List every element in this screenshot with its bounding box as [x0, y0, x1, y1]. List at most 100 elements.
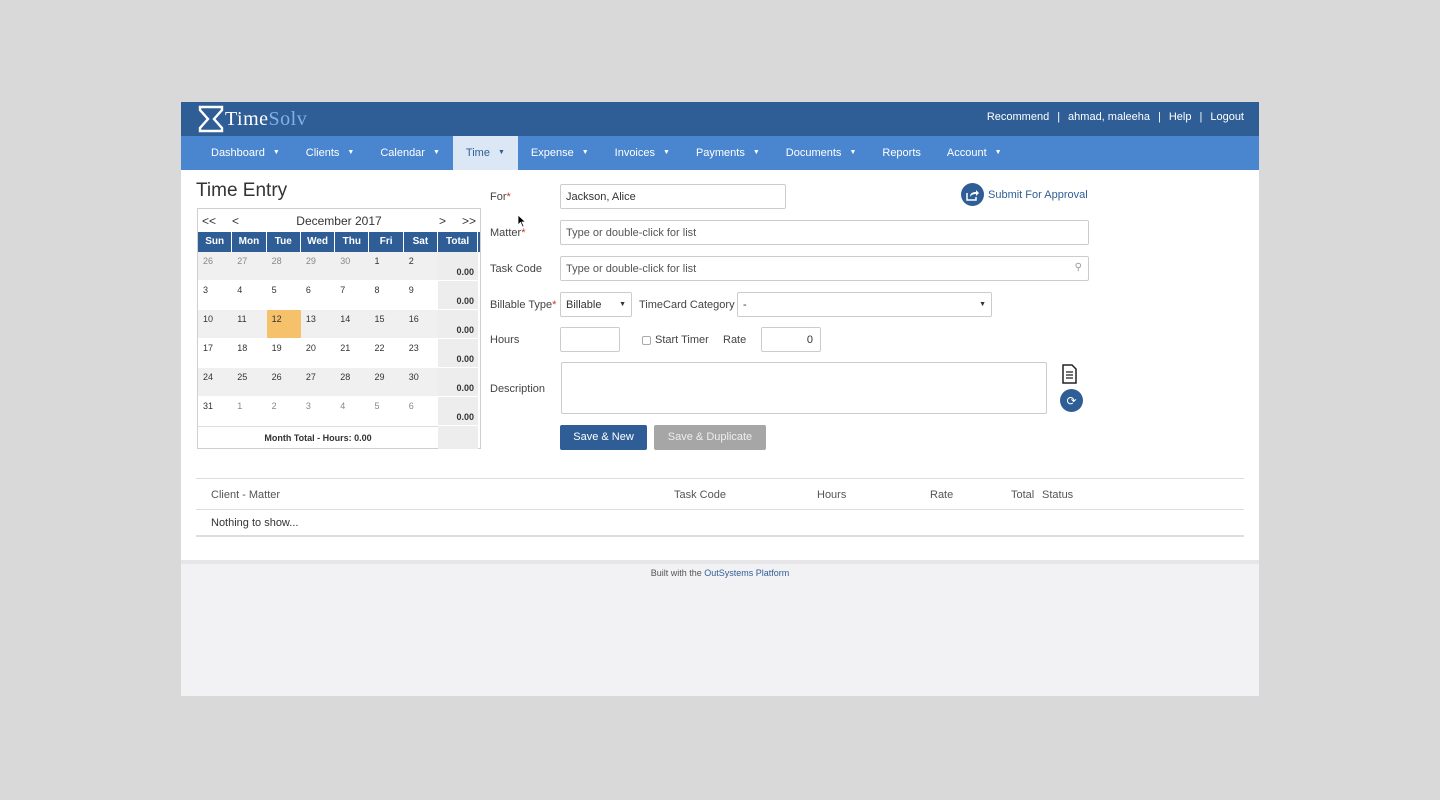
save-new-button[interactable]: Save & New: [560, 425, 647, 450]
nav-expense[interactable]: Expense ▼: [518, 136, 602, 170]
week-total: 0.00: [438, 368, 479, 397]
calendar-day[interactable]: 6: [300, 281, 336, 310]
calendar-day[interactable]: 6: [403, 397, 439, 426]
outsystems-link[interactable]: OutSystems Platform: [704, 568, 789, 578]
chevron-down-icon: ▼: [581, 149, 589, 156]
help-link[interactable]: Help: [1169, 111, 1192, 123]
calendar-day[interactable]: 13: [300, 310, 336, 339]
calendar-month: December 2017: [296, 214, 382, 228]
last-month-button[interactable]: >>: [462, 214, 476, 228]
calendar-day[interactable]: 4: [232, 281, 267, 310]
col-rate[interactable]: Rate: [930, 489, 953, 501]
calendar-day[interactable]: 2: [266, 397, 301, 426]
main-content: Time Entry << < December 2017 > >> Sun Mo…: [181, 170, 1259, 560]
timecard-category-label: TimeCard Category: [639, 299, 735, 311]
calendar-day[interactable]: 5: [266, 281, 301, 310]
chevron-down-icon: ▼: [432, 149, 440, 156]
calendar-day[interactable]: 15: [369, 310, 404, 339]
rate-label: Rate: [723, 334, 747, 346]
nav-time[interactable]: Time ▼: [452, 136, 518, 170]
calendar-day[interactable]: 2: [403, 252, 439, 281]
calendar-day[interactable]: 7: [335, 281, 370, 310]
start-timer-checkbox[interactable]: [642, 336, 651, 345]
billable-type-label: Billable Type*: [490, 299, 557, 311]
day-header: Total: [438, 232, 479, 252]
description-textarea[interactable]: [561, 362, 1047, 414]
calendar-day[interactable]: 5: [369, 397, 404, 426]
calendar-day[interactable]: 10: [198, 310, 233, 339]
recommend-link[interactable]: Recommend: [987, 111, 1049, 123]
calendar-day[interactable]: 29: [369, 368, 404, 397]
chevron-down-icon: ▼: [619, 301, 626, 308]
matter-input[interactable]: Type or double-click for list: [560, 220, 1089, 245]
calendar-day[interactable]: 26: [266, 368, 301, 397]
nav-invoices[interactable]: Invoices ▼: [602, 136, 683, 170]
calendar-day[interactable]: 22: [369, 339, 404, 368]
calendar-day[interactable]: 30: [335, 252, 370, 281]
calendar-day[interactable]: 27: [232, 252, 267, 281]
calendar-day[interactable]: 23: [403, 339, 439, 368]
col-hours[interactable]: Hours: [817, 489, 846, 501]
app-window: TimeSolv Recommend | ahmad, maleeha | He…: [181, 102, 1259, 696]
calendar-day[interactable]: 4: [335, 397, 370, 426]
calendar-day[interactable]: 16: [403, 310, 439, 339]
billable-type-select[interactable]: Billable ▼: [560, 292, 632, 317]
calendar-day[interactable]: 3: [198, 281, 233, 310]
nav-account[interactable]: Account ▼: [934, 136, 1015, 170]
rate-input[interactable]: 0: [761, 327, 821, 352]
nav-clients[interactable]: Clients ▼: [293, 136, 368, 170]
calendar-day[interactable]: 26: [198, 252, 233, 281]
calendar-day[interactable]: 29: [300, 252, 336, 281]
save-duplicate-button[interactable]: Save & Duplicate: [654, 425, 766, 450]
calendar-day[interactable]: 1: [232, 397, 267, 426]
logout-link[interactable]: Logout: [1210, 111, 1244, 123]
calendar-day[interactable]: 14: [335, 310, 370, 339]
col-client-matter[interactable]: Client - Matter: [211, 489, 280, 501]
timesolv-logo[interactable]: TimeSolv: [198, 105, 307, 133]
calendar-day[interactable]: 21: [335, 339, 370, 368]
day-header: Tue: [267, 232, 301, 252]
calendar-day[interactable]: 24: [198, 368, 233, 397]
nav-reports[interactable]: Reports: [869, 136, 934, 170]
col-task-code[interactable]: Task Code: [674, 489, 726, 501]
for-field[interactable]: Jackson, Alice: [560, 184, 786, 209]
submit-for-approval-button[interactable]: Submit For Approval: [961, 183, 1088, 206]
calendar-day[interactable]: 19: [266, 339, 301, 368]
calendar-day[interactable]: 3: [300, 397, 336, 426]
calendar-day[interactable]: 28: [335, 368, 370, 397]
document-icon[interactable]: [1061, 364, 1078, 387]
nav-calendar[interactable]: Calendar ▼: [367, 136, 453, 170]
calendar-day-headers: Sun Mon Tue Wed Thu Fri Sat Total: [198, 232, 480, 252]
calendar-day[interactable]: 27: [300, 368, 336, 397]
calendar-day[interactable]: 17: [198, 339, 233, 368]
calendar-day[interactable]: 11: [232, 310, 267, 339]
logo-text: TimeSolv: [225, 107, 308, 130]
nav-payments[interactable]: Payments ▼: [683, 136, 773, 170]
col-status[interactable]: Status: [1042, 489, 1073, 501]
task-code-input[interactable]: Type or double-click for list ⚲: [560, 256, 1089, 281]
calendar-day[interactable]: 12: [266, 310, 301, 339]
time-entries-table-header: Client - Matter Task Code Hours Rate Tot…: [196, 478, 1244, 510]
hourglass-icon: [198, 105, 224, 133]
timecard-category-select[interactable]: - ▼: [737, 292, 992, 317]
refresh-icon[interactable]: ⟳: [1060, 389, 1083, 412]
calendar-day[interactable]: 30: [403, 368, 439, 397]
hours-input[interactable]: [560, 327, 620, 352]
nav-documents[interactable]: Documents ▼: [773, 136, 870, 170]
next-month-button[interactable]: >: [439, 214, 446, 228]
chevron-down-icon: ▼: [663, 149, 670, 156]
calendar-day[interactable]: 9: [403, 281, 439, 310]
calendar-day[interactable]: 28: [266, 252, 301, 281]
calendar-grid: 26 27 28 29 30 1 2 0.00 3 4 5 6 7 8 9 0.00 10 11 12 13 14 15 1…: [198, 252, 480, 426]
calendar-day[interactable]: 25: [232, 368, 267, 397]
calendar-day[interactable]: 18: [232, 339, 267, 368]
user-name-link[interactable]: ahmad, maleeha: [1068, 111, 1150, 123]
nav-dashboard[interactable]: Dashboard ▼: [198, 136, 293, 170]
wrench-icon[interactable]: ⚲: [1075, 262, 1082, 273]
calendar-day[interactable]: 8: [369, 281, 404, 310]
calendar-day[interactable]: 1: [369, 252, 404, 281]
calendar-day[interactable]: 20: [300, 339, 336, 368]
col-total[interactable]: Total: [1011, 489, 1034, 501]
calendar-day[interactable]: 31: [198, 397, 233, 426]
calendar-footer: Month Total - Hours: 0.00: [198, 426, 480, 449]
